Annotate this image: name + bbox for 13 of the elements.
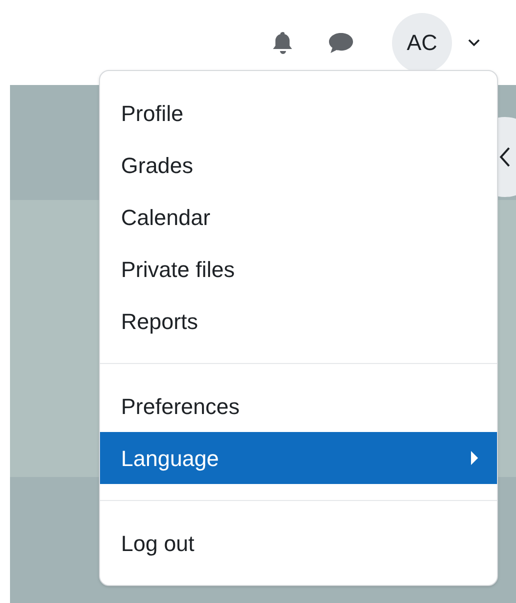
user-avatar[interactable]: AC (392, 12, 452, 72)
menu-item[interactable]: Language (100, 432, 497, 484)
menu-item[interactable]: Calendar (100, 191, 497, 243)
menu-item[interactable]: Preferences (100, 380, 497, 432)
menu-item[interactable]: Private files (100, 243, 497, 295)
menu-item[interactable]: Reports (100, 295, 497, 347)
menu-item[interactable]: Grades (100, 139, 497, 191)
chevron-left-icon (499, 146, 511, 168)
menu-item[interactable]: Profile (100, 87, 497, 139)
chevron-down-icon[interactable] (468, 38, 480, 46)
menu-item[interactable]: Log out (100, 517, 497, 569)
bell-icon[interactable] (272, 30, 294, 54)
chat-bubble-icon[interactable] (328, 32, 354, 54)
